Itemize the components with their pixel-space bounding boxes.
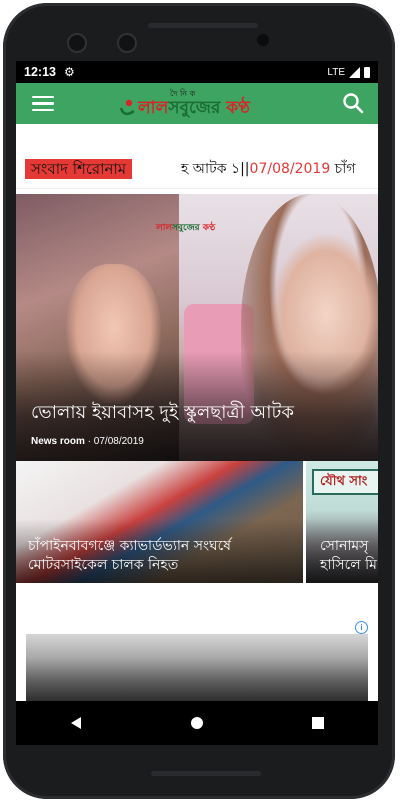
logo-red-word-2: কণ্ঠ xyxy=(220,98,250,118)
app-bar: দৈ নি ক লালসবুজের কণ্ঠ xyxy=(16,83,378,124)
battery-icon xyxy=(364,66,370,78)
app-logo: দৈ নি ক লালসবুজের কণ্ঠ xyxy=(120,86,250,122)
home-icon[interactable] xyxy=(190,716,204,730)
status-right: LTE xyxy=(327,66,370,78)
hero-meta: News room · 07/08/2019 xyxy=(31,436,144,447)
ticker-text[interactable]: হ আটক ১||07/08/2019 চাঁগ xyxy=(181,159,355,179)
front-camera xyxy=(67,33,87,53)
logo-green-word: সবুজের xyxy=(168,98,221,118)
logo-swoosh-icon xyxy=(120,99,135,116)
status-bar: 12:13 ⚙ LTE xyxy=(16,61,378,83)
news-ticker: হ আটক ১||07/08/2019 চাঁগ সংবাদ শিরোনাম xyxy=(16,144,378,189)
story-card-title: সোনামসৃ হাসিলে মি xyxy=(320,538,377,573)
hero-watermark-logo: লালসবুজের কণ্ঠ xyxy=(156,223,216,233)
proximity-sensor xyxy=(257,34,269,46)
ticker-next: চাঁগ xyxy=(330,161,356,177)
ticker-headline: হ আটক ১|| xyxy=(181,161,250,177)
earpiece-speaker xyxy=(148,23,258,28)
signal-icon xyxy=(349,66,360,78)
hero-date: 07/08/2019 xyxy=(93,436,144,447)
status-time: 12:13 xyxy=(24,65,56,79)
story-card-banner: যৌথ সাং xyxy=(312,469,378,495)
ad-image xyxy=(26,634,368,701)
settings-gear-icon: ⚙ xyxy=(63,65,75,79)
story-card[interactable]: চাঁপাইনবাবগঞ্জে ক্যাভার্ডভ্যান সংঘর্ষে ম… xyxy=(16,461,303,583)
featured-story[interactable]: লালসবুজের কণ্ঠ ভোলায় ইয়াবাসহ দুই স্কুল… xyxy=(16,194,378,461)
android-nav-bar xyxy=(16,701,378,745)
logo-red-word: লাল xyxy=(138,98,169,118)
ticker-date: 07/08/2019 xyxy=(249,161,331,177)
logo-daily-label: দৈ নি ক xyxy=(170,89,196,98)
front-sensor xyxy=(117,33,137,53)
network-label: LTE xyxy=(327,66,345,78)
story-carousel: চাঁপাইনবাবগঞ্জে ক্যাভার্ডভ্যান সংঘর্ষে ম… xyxy=(16,461,378,583)
back-icon[interactable] xyxy=(69,716,83,730)
ad-info-icon[interactable]: i xyxy=(355,621,368,634)
bottom-speaker xyxy=(151,771,261,776)
story-card-title: চাঁপাইনবাবগঞ্জে ক্যাভার্ডভ্যান সংঘর্ষে ম… xyxy=(28,538,232,573)
hero-author: News room xyxy=(31,436,85,447)
recents-icon[interactable] xyxy=(311,716,325,730)
advertisement[interactable]: i xyxy=(16,594,378,701)
app-screen: 12:13 ⚙ LTE দৈ নি ক লালসবুজের কণ্ঠ হ আটক… xyxy=(16,61,378,701)
ticker-label: সংবাদ শিরোনাম xyxy=(25,159,133,179)
hamburger-menu-icon[interactable] xyxy=(32,92,54,116)
story-card[interactable]: যৌথ সাং সোনামসৃ হাসিলে মি xyxy=(306,461,378,583)
search-icon[interactable] xyxy=(342,92,364,114)
hero-title[interactable]: ভোলায় ইয়াবাসহ দুই স্কুলছাত্রী আটক xyxy=(31,401,294,425)
